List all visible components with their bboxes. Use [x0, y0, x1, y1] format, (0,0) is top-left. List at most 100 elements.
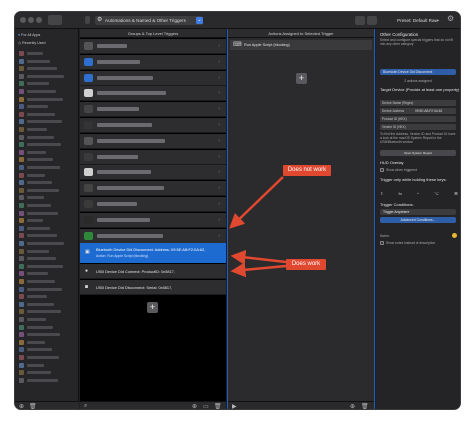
app-icon[interactable]	[19, 119, 24, 125]
folder-icon[interactable]: ▭	[203, 403, 209, 409]
app-icon[interactable]	[19, 134, 24, 140]
trigger-row[interactable]: ◙ USB Device Did Disconnect: Serial: 0x5…	[80, 280, 226, 295]
app-icon[interactable]	[19, 263, 24, 269]
trigger-row[interactable]: ›	[80, 149, 226, 165]
app-icon[interactable]	[19, 294, 24, 300]
trigger-row[interactable]: ›	[80, 118, 226, 133]
app-icon[interactable]	[19, 362, 24, 368]
trigger-row[interactable]: ›	[80, 70, 226, 86]
notes-color-icon[interactable]	[452, 233, 457, 238]
app-icon[interactable]	[19, 58, 24, 64]
add-action-button[interactable]: +	[296, 73, 307, 84]
trigger-row[interactable]: ›	[80, 228, 226, 244]
trash-icon[interactable]: 🗑	[29, 403, 37, 409]
app-icon[interactable]	[19, 66, 24, 72]
advanced-conditions-button[interactable]: Advanced Conditions...	[380, 217, 456, 223]
open-system-report-button[interactable]: Open System Report	[380, 150, 456, 156]
device-name-field[interactable]: Device Name (Regex)	[380, 100, 456, 106]
trigger-anywhere-select[interactable]: Trigger Anywhere	[380, 209, 456, 215]
app-icon[interactable]	[19, 286, 24, 292]
option-key-icon[interactable]: ⌥	[434, 191, 439, 197]
sidebar-item-recently-used[interactable]: ◷ Recently Used	[18, 41, 46, 47]
trigger-row[interactable]: ›	[80, 54, 226, 70]
app-icon[interactable]	[19, 248, 24, 254]
app-icon[interactable]	[19, 271, 24, 277]
selected-trigger-row[interactable]: ▣ Bluetooth Device Did Disconnect: Addre…	[80, 243, 226, 263]
app-icon[interactable]	[19, 73, 24, 79]
add-icon[interactable]: ⊕	[350, 403, 355, 409]
preset-selector[interactable]: ⚙ Automations & Named & Other Triggers ⌄	[95, 16, 203, 25]
app-icon[interactable]	[19, 347, 24, 353]
trash-icon[interactable]: 🗑	[361, 403, 369, 409]
app-icon[interactable]	[19, 81, 24, 87]
app-icon[interactable]	[19, 96, 24, 102]
app-icon[interactable]	[19, 218, 24, 224]
app-icon[interactable]	[19, 256, 24, 262]
trigger-row[interactable]: ›	[80, 86, 226, 102]
app-icon[interactable]	[19, 225, 24, 231]
app-icon[interactable]	[19, 195, 24, 201]
app-icon[interactable]	[19, 165, 24, 170]
app-icon[interactable]	[19, 203, 24, 208]
shift-key-icon[interactable]: ⇧	[380, 191, 383, 197]
app-icon[interactable]	[19, 180, 24, 186]
app-icon[interactable]	[19, 89, 24, 94]
app-icon[interactable]	[19, 51, 24, 56]
settings-icon[interactable]: ⚙	[447, 14, 454, 23]
device-address-field[interactable]: Device Address 09:5E:AB:F2:0A:62	[380, 108, 456, 114]
zoom-window-button[interactable]	[36, 17, 42, 23]
sidebar-toggle-button[interactable]	[48, 15, 62, 25]
app-icon[interactable]	[19, 324, 24, 330]
add-trigger-button[interactable]: +	[147, 302, 158, 313]
close-window-button[interactable]	[20, 17, 26, 23]
layout-icon[interactable]	[367, 16, 377, 25]
back-icon[interactable]	[85, 16, 90, 24]
notes-checkbox[interactable]	[380, 241, 384, 245]
preset-label[interactable]: Preset: Default Raw	[397, 18, 438, 23]
trigger-row[interactable]: ›	[80, 165, 226, 181]
control-key-icon[interactable]: ^	[417, 191, 419, 197]
app-icon[interactable]	[19, 111, 24, 117]
app-icon[interactable]	[19, 332, 24, 338]
app-icon[interactable]	[19, 301, 24, 307]
trigger-row[interactable]: ›	[80, 133, 226, 149]
app-icon[interactable]	[19, 355, 24, 360]
app-icon[interactable]	[19, 370, 24, 376]
app-icon[interactable]	[19, 279, 24, 284]
action-row[interactable]: ⌨ Run Apple Script (blocking)	[230, 40, 372, 50]
app-icon[interactable]	[19, 149, 24, 155]
app-icon[interactable]	[19, 157, 24, 163]
app-icon[interactable]	[19, 317, 24, 322]
product-id-field[interactable]: Product ID (HEX)	[380, 116, 456, 122]
add-icon[interactable]: ⊕	[192, 403, 197, 409]
fn-key-icon[interactable]: fn	[399, 191, 402, 197]
trigger-row[interactable]: ›	[80, 181, 226, 197]
trigger-row[interactable]: ›	[80, 102, 226, 118]
app-icon[interactable]	[19, 233, 24, 239]
play-icon[interactable]: ▶	[232, 403, 237, 409]
trigger-row[interactable]: ›	[80, 39, 226, 54]
app-icon[interactable]	[19, 187, 24, 193]
trash-icon[interactable]: 🗑	[214, 403, 222, 409]
trigger-row[interactable]: ›	[80, 197, 226, 212]
app-icon[interactable]	[19, 104, 24, 110]
trigger-row[interactable]: ›	[80, 212, 226, 228]
trigger-row[interactable]: ● USB Device Did Connect: ProductID: 0x5…	[80, 264, 226, 279]
trigger-type-select[interactable]: Bluetooth Device Did Disconnect	[380, 69, 456, 75]
command-key-icon[interactable]: ⌘	[454, 191, 458, 197]
app-icon[interactable]	[19, 309, 24, 315]
app-icon[interactable]	[19, 241, 24, 246]
minimize-window-button[interactable]	[28, 17, 34, 23]
sidebar-item-all-apps[interactable]: ● For All Apps	[18, 33, 40, 39]
app-icon[interactable]	[19, 339, 24, 345]
app-icon[interactable]	[19, 377, 24, 383]
vendor-id-field[interactable]: Vendor ID (HEX)	[380, 124, 456, 130]
add-icon[interactable]: ⊕	[19, 403, 24, 409]
hud-checkbox[interactable]	[380, 168, 384, 172]
view-mode-icon[interactable]	[355, 16, 365, 25]
app-icon[interactable]	[19, 127, 24, 132]
app-icon[interactable]	[19, 142, 24, 148]
search-icon[interactable]: ⌕	[84, 403, 87, 409]
app-icon[interactable]	[19, 210, 24, 216]
app-icon[interactable]	[19, 172, 24, 178]
